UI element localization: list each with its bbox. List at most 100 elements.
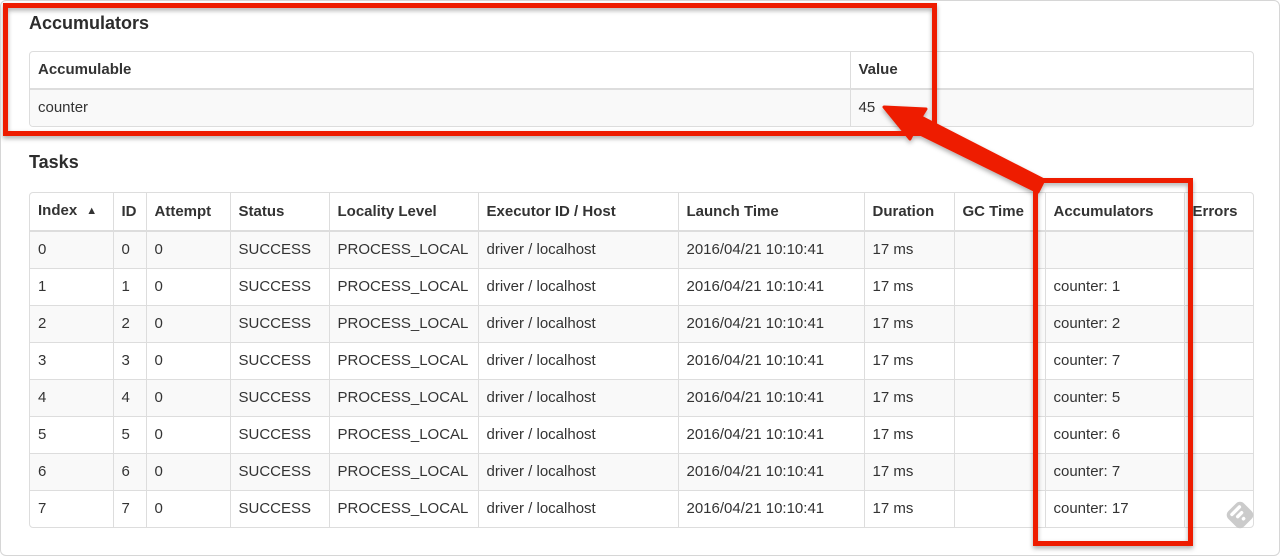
accumulators-column-header[interactable]: Accumulators	[1044, 193, 1184, 232]
launch-time-cell: 2016/04/21 10:10:41	[677, 305, 864, 343]
attempt-cell: 0	[145, 379, 230, 417]
status-column-header[interactable]: Status	[229, 193, 329, 232]
accumulators-cell	[1044, 231, 1184, 269]
launch-time-cell: 2016/04/21 10:10:41	[677, 268, 864, 306]
index-cell: 7	[30, 490, 113, 527]
index-column-header[interactable]: Index ▲	[30, 193, 113, 232]
locality-level-cell: PROCESS_LOCAL	[328, 231, 478, 269]
gc-time-cell	[953, 416, 1045, 454]
table-row: 6 6 0 SUCCESS PROCESS_LOCAL driver / localhos…	[30, 453, 1253, 491]
executor-id-host-column-header[interactable]: Executor ID / Host	[477, 193, 678, 232]
accumulators-table-grid: Accumulable Value counter 45	[30, 52, 1253, 126]
duration-cell: 17 ms	[863, 379, 954, 417]
attempt-cell: 0	[145, 305, 230, 343]
errors-cell	[1183, 231, 1253, 269]
locality-level-cell: PROCESS_LOCAL	[328, 305, 478, 343]
accumulators-cell: counter: 5	[1044, 379, 1184, 417]
errors-cell	[1183, 379, 1253, 417]
accumulable-column-header[interactable]: Accumulable	[30, 52, 850, 90]
accumulators-cell: counter: 2	[1044, 305, 1184, 343]
duration-cell: 17 ms	[863, 342, 954, 380]
accumulators-table: Accumulable Value counter 45	[29, 51, 1254, 127]
locality-level-cell: PROCESS_LOCAL	[328, 379, 478, 417]
gc-time-cell	[953, 490, 1045, 527]
duration-cell: 17 ms	[863, 453, 954, 491]
executor-id-host-cell: driver / localhost	[477, 305, 678, 343]
table-row: 2 2 0 SUCCESS PROCESS_LOCAL driver / localhos…	[30, 305, 1253, 343]
index-cell: 6	[30, 453, 113, 491]
table-row: 5 5 0 SUCCESS PROCESS_LOCAL driver / localhos…	[30, 416, 1253, 454]
accumulators-heading: Accumulators	[29, 13, 150, 33]
table-header-row: Index ▲ ID Attempt Status Locality Level …	[30, 193, 1253, 232]
executor-id-host-cell: driver / localhost	[477, 379, 678, 417]
status-cell: SUCCESS	[229, 305, 329, 343]
status-cell: SUCCESS	[229, 268, 329, 306]
errors-column-header[interactable]: Errors	[1183, 193, 1253, 232]
duration-cell: 17 ms	[863, 268, 954, 306]
id-cell: 6	[112, 453, 146, 491]
id-cell: 4	[112, 379, 146, 417]
accumulators-table-body: counter 45	[30, 89, 1253, 126]
duration-column-header[interactable]: Duration	[863, 193, 954, 232]
attempt-cell: 0	[145, 342, 230, 380]
table-row: counter 45	[30, 89, 1253, 126]
attempt-cell: 0	[145, 231, 230, 269]
value-cell: 45	[849, 89, 1253, 126]
id-cell: 3	[112, 342, 146, 380]
index-cell: 1	[30, 268, 113, 306]
locality-level-cell: PROCESS_LOCAL	[328, 490, 478, 527]
launch-time-cell: 2016/04/21 10:10:41	[677, 453, 864, 491]
attempt-cell: 0	[145, 453, 230, 491]
gc-time-cell	[953, 231, 1045, 269]
gc-time-cell	[953, 268, 1045, 306]
page-content: Accumulators Accumulable Value counter 45…	[29, 1, 1254, 555]
table-row: 0 0 0 SUCCESS PROCESS_LOCAL driver / localhos…	[30, 231, 1253, 269]
duration-cell: 17 ms	[863, 490, 954, 527]
attempt-cell: 0	[145, 490, 230, 527]
status-cell: SUCCESS	[229, 342, 329, 380]
executor-id-host-cell: driver / localhost	[477, 453, 678, 491]
gc-time-cell	[953, 379, 1045, 417]
launch-time-cell: 2016/04/21 10:10:41	[677, 342, 864, 380]
index-cell: 3	[30, 342, 113, 380]
value-column-header[interactable]: Value	[849, 52, 1253, 90]
locality-level-cell: PROCESS_LOCAL	[328, 342, 478, 380]
id-column-header[interactable]: ID	[112, 193, 146, 232]
executor-id-host-cell: driver / localhost	[477, 342, 678, 380]
accumulable-cell: counter	[38, 99, 89, 116]
sort-ascending-icon: ▲	[86, 205, 98, 217]
gc-time-cell	[953, 342, 1045, 380]
tasks-table-body: 0 0 0 SUCCESS PROCESS_LOCAL driver / localhos…	[30, 231, 1253, 527]
tasks-table-grid: Index ▲ ID Attempt Status Locality Level …	[30, 193, 1253, 527]
accumulators-cell: counter: 7	[1044, 342, 1184, 380]
errors-cell	[1183, 268, 1253, 306]
duration-cell: 17 ms	[863, 416, 954, 454]
table-row: 7 7 0 SUCCESS PROCESS_LOCAL driver / localhos…	[30, 490, 1253, 527]
executor-id-host-cell: driver / localhost	[477, 231, 678, 269]
accumulators-cell: counter: 6	[1044, 416, 1184, 454]
table-row: 1 1 0 SUCCESS PROCESS_LOCAL driver / localhos…	[30, 268, 1253, 306]
locality-level-cell: PROCESS_LOCAL	[328, 268, 478, 306]
table-row: 4 4 0 SUCCESS PROCESS_LOCAL driver / localhos…	[30, 379, 1253, 417]
locality-level-cell: PROCESS_LOCAL	[328, 416, 478, 454]
errors-cell	[1183, 305, 1253, 343]
attempt-cell: 0	[145, 268, 230, 306]
duration-cell: 17 ms	[863, 305, 954, 343]
tasks-table: Index ▲ ID Attempt Status Locality Level …	[29, 192, 1254, 528]
status-cell: SUCCESS	[229, 490, 329, 527]
status-cell: SUCCESS	[229, 453, 329, 491]
attempt-column-header[interactable]: Attempt	[145, 193, 230, 232]
launch-time-cell: 2016/04/21 10:10:41	[677, 416, 864, 454]
id-cell: 2	[112, 305, 146, 343]
launch-time-column-header[interactable]: Launch Time	[677, 193, 864, 232]
table-header-row: Accumulable Value	[30, 52, 1253, 90]
index-header-label: Index	[38, 202, 78, 219]
attempt-cell: 0	[145, 416, 230, 454]
id-cell: 5	[112, 416, 146, 454]
gc-time-column-header[interactable]: GC Time	[953, 193, 1045, 232]
locality-level-cell: PROCESS_LOCAL	[328, 453, 478, 491]
launch-time-cell: 2016/04/21 10:10:41	[677, 490, 864, 527]
errors-cell	[1183, 453, 1253, 491]
locality-level-column-header[interactable]: Locality Level	[328, 193, 478, 232]
status-cell: SUCCESS	[229, 416, 329, 454]
